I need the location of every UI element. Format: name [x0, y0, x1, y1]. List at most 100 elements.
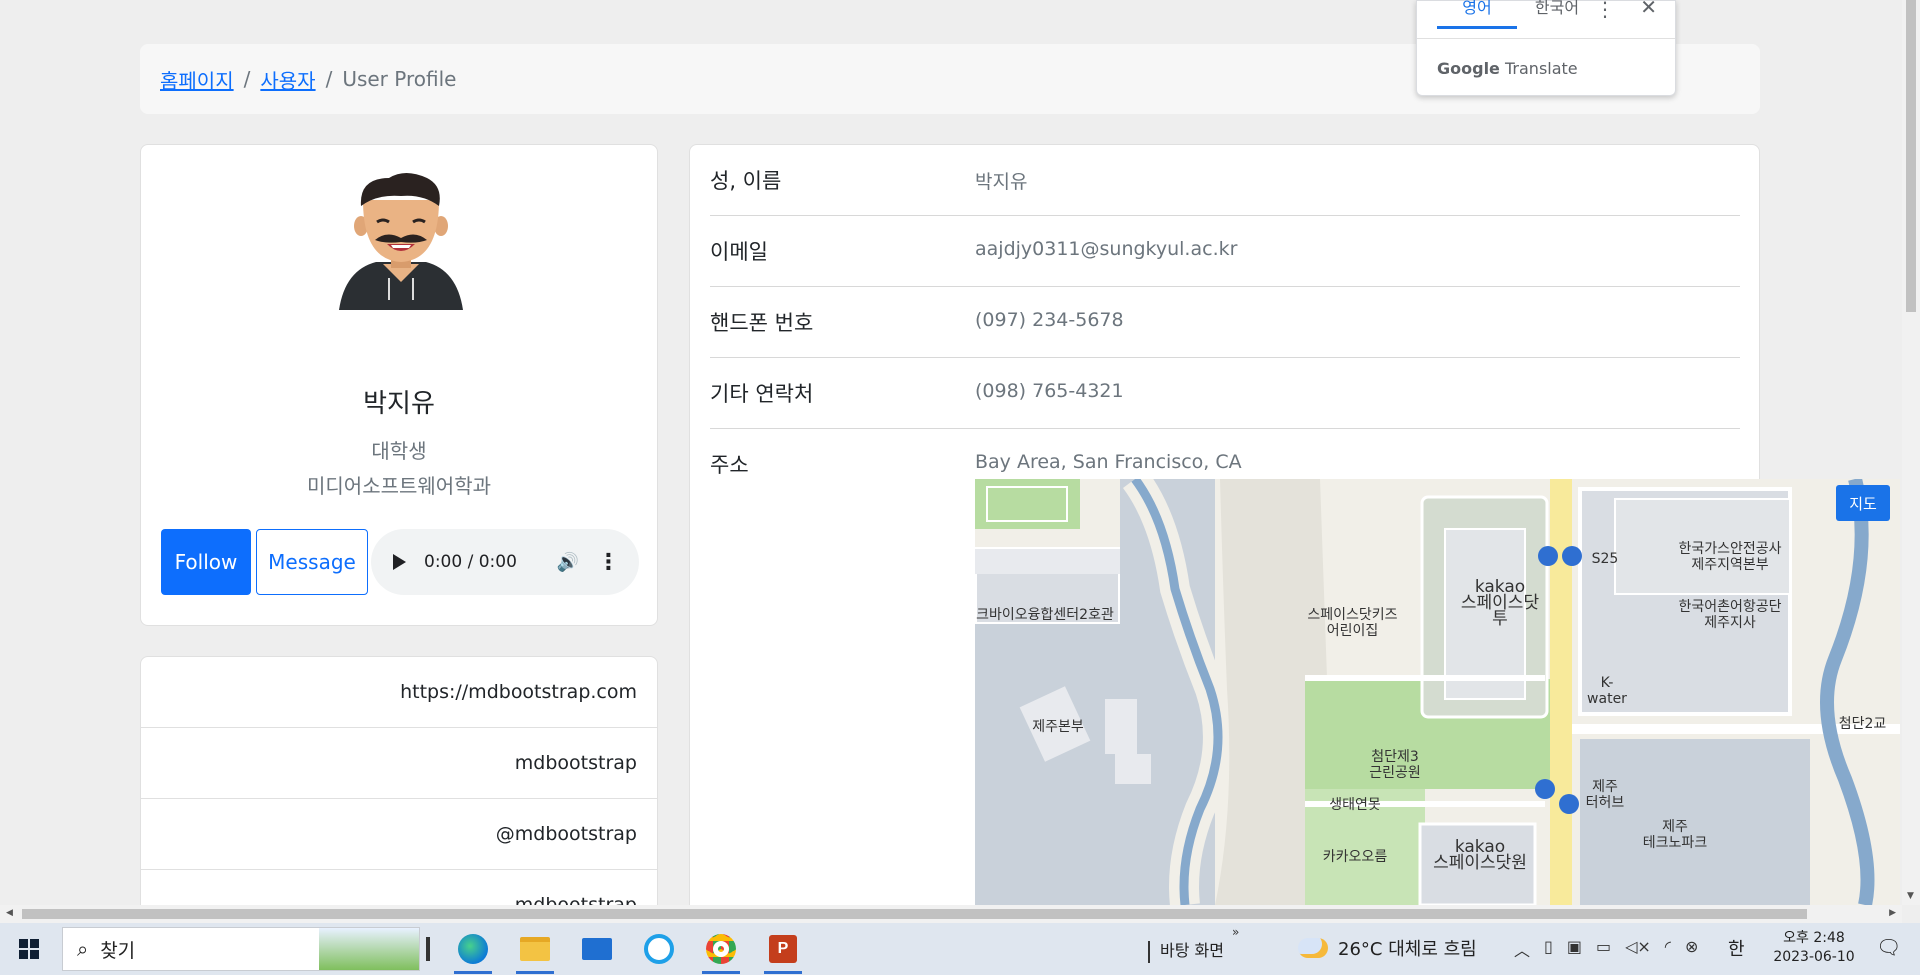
start-button[interactable]: [0, 923, 58, 975]
map-label: 제주 터허브: [1585, 779, 1625, 811]
network-icon[interactable]: ▣: [1567, 937, 1582, 961]
detail-value: (097) 234-5678: [975, 309, 1124, 331]
system-tray: ︿ ▯ ▣ ▭ ◁× ◜ ⊗: [1514, 937, 1698, 961]
wifi-icon[interactable]: ◜: [1665, 937, 1671, 961]
toolbar-divider: [1148, 940, 1150, 963]
detail-value: (098) 765-4321: [975, 380, 1124, 402]
detail-value: Bay Area, San Francisco, CA: [975, 451, 1242, 473]
map-label: 카카오오름: [1322, 849, 1388, 865]
chevron-up-icon[interactable]: ︿: [1514, 937, 1530, 961]
search-icon: ⌕: [77, 937, 89, 961]
clock-time: 오후 2:48: [1783, 930, 1845, 946]
detail-label: 이메일: [710, 240, 768, 264]
detail-row-name: 성, 이름 박지유: [710, 145, 1740, 216]
detail-label: 기타 연락처: [710, 382, 814, 406]
scroll-left-icon[interactable]: ◀: [6, 908, 13, 918]
breadcrumb-home-link[interactable]: 홈페이지: [160, 65, 234, 94]
taskbar-search[interactable]: ⌕ 찾기: [62, 927, 420, 971]
more-options-icon[interactable]: ⋮: [597, 550, 619, 575]
tab-korean[interactable]: 한국어: [1517, 0, 1597, 29]
play-icon[interactable]: [393, 554, 406, 570]
weather-widget[interactable]: 26°C 대체로 흐림: [1298, 935, 1477, 961]
desktop-toolbar[interactable]: 바탕 화면: [1148, 937, 1224, 963]
map-label: 한국가스안전공사 제주지역본부: [1678, 541, 1782, 573]
google-translate-brand: Google Translate: [1417, 39, 1675, 78]
chrome-app-icon[interactable]: [698, 929, 744, 974]
breadcrumb-users-link[interactable]: 사용자: [260, 65, 315, 94]
close-icon[interactable]: ✕: [1640, 0, 1657, 17]
map-label: 스페이스닷키즈 어린이집: [1307, 607, 1398, 639]
device-icon[interactable]: ▯: [1544, 937, 1553, 961]
blocked-icon[interactable]: ⊗: [1685, 937, 1698, 961]
browser-viewport: 홈페이지 / 사용자 / User Profile 박지유 대학생 미디어소프트…: [0, 0, 1902, 905]
list-item[interactable]: mdbootstrap: [141, 870, 657, 905]
map-type-button[interactable]: 지도: [1836, 485, 1890, 521]
battery-icon[interactable]: ▭: [1596, 937, 1611, 961]
search-placeholder: 찾기: [100, 939, 136, 962]
website-link[interactable]: https://mdbootstrap.com: [400, 681, 637, 703]
profile-name: 박지유: [363, 389, 435, 419]
tab-english[interactable]: 영어: [1437, 0, 1517, 29]
map-label: kakao 스페이스닷투: [1460, 577, 1540, 629]
translate-logo-text: Translate: [1505, 59, 1578, 78]
windows-taskbar: ⌕ 찾기 P 바탕 화면 » 26°C 대체로 흐림 ︿ ▯ ▣ ▭ ◁× ◜ …: [0, 923, 1920, 975]
detail-value: 박지유: [975, 171, 1028, 193]
twitter-link[interactable]: @mdbootstrap: [496, 823, 637, 845]
detail-value: aajdjy0311@sungkyul.ac.kr: [975, 238, 1238, 260]
audio-time: 0:00 / 0:00: [424, 552, 517, 572]
detail-label: 성, 이름: [710, 169, 782, 193]
message-button[interactable]: Message: [256, 529, 368, 595]
volume-muted-icon[interactable]: ◁×: [1625, 937, 1651, 961]
translate-tabs: 영어 한국어 ⋮ ✕: [1417, 0, 1675, 39]
profile-card: 박지유 대학생 미디어소프트웨어학과 Follow Message 0:00 /…: [140, 144, 658, 626]
social-links-card: https://mdbootstrap.com mdbootstrap @mdb…: [140, 656, 658, 905]
map-label: 크바이오융합센터2호관: [976, 607, 1114, 623]
volume-icon[interactable]: 🔊: [557, 552, 579, 573]
scrollbar-thumb[interactable]: [1906, 0, 1916, 312]
google-translate-popup: 영어 한국어 ⋮ ✕ Google Translate: [1416, 0, 1676, 96]
detail-label: 주소: [710, 453, 749, 477]
list-item[interactable]: mdbootstrap: [141, 728, 657, 799]
map-view[interactable]: 지도 크바이오융합센터2호관 제주본부 스페이스닷키즈 어린이집 kakao 스…: [975, 479, 1900, 905]
breadcrumb-current: User Profile: [342, 67, 457, 91]
search-highlight-image: [319, 928, 419, 970]
map-label: 제주본부: [1032, 719, 1084, 735]
list-item[interactable]: https://mdbootstrap.com: [141, 657, 657, 728]
scrollbar-thumb[interactable]: [22, 909, 1807, 919]
detail-label: 핸드폰 번호: [710, 311, 814, 335]
audio-player: 0:00 / 0:00 🔊 ⋮: [371, 529, 639, 595]
github-link[interactable]: mdbootstrap: [515, 752, 637, 774]
google-logo-text: Google: [1437, 59, 1500, 78]
map-label: kakao 스페이스닷원: [1433, 837, 1527, 873]
file-explorer-icon[interactable]: [512, 929, 558, 974]
map-label: 첨단제3 근린공원: [1369, 749, 1421, 781]
more-vert-icon[interactable]: ⋮: [1595, 0, 1615, 19]
avatar: [339, 173, 463, 310]
map-label: S25: [1591, 551, 1619, 567]
breadcrumb-separator: /: [243, 67, 251, 91]
weather-text: 26°C 대체로 흐림: [1338, 939, 1477, 960]
notification-icon[interactable]: 🗨: [1876, 935, 1901, 959]
follow-button[interactable]: Follow: [161, 529, 251, 595]
taskbar-clock[interactable]: 오후 2:48 2023-06-10: [1762, 929, 1866, 967]
list-item[interactable]: @mdbootstrap: [141, 799, 657, 870]
desktop-label: 바탕 화면: [1160, 941, 1224, 960]
breadcrumb-separator: /: [325, 67, 333, 91]
detail-row-phone: 핸드폰 번호 (097) 234-5678: [710, 287, 1740, 358]
map-label: 한국어촌어항공단 제주지사: [1678, 599, 1782, 631]
chevron-right-icon[interactable]: »: [1232, 925, 1239, 939]
powerpoint-app-icon[interactable]: P: [760, 929, 806, 974]
map-label: 첨단2교: [1838, 716, 1887, 732]
cloud-icon: [1298, 938, 1328, 958]
profile-role: 대학생: [371, 439, 427, 463]
edge-app-icon[interactable]: [450, 929, 496, 974]
profile-department: 미디어소프트웨어학과: [307, 474, 491, 498]
instagram-link[interactable]: mdbootstrap: [515, 894, 637, 905]
vertical-scrollbar[interactable]: ▼: [1902, 0, 1920, 905]
ime-indicator[interactable]: 한: [1728, 935, 1745, 961]
scroll-right-icon[interactable]: ▶: [1889, 908, 1896, 918]
mail-app-icon[interactable]: [574, 929, 620, 969]
scroll-down-icon[interactable]: ▼: [1907, 891, 1914, 901]
horizontal-scrollbar[interactable]: ◀ ▶: [0, 905, 1902, 923]
internet-explorer-icon[interactable]: [636, 929, 682, 969]
